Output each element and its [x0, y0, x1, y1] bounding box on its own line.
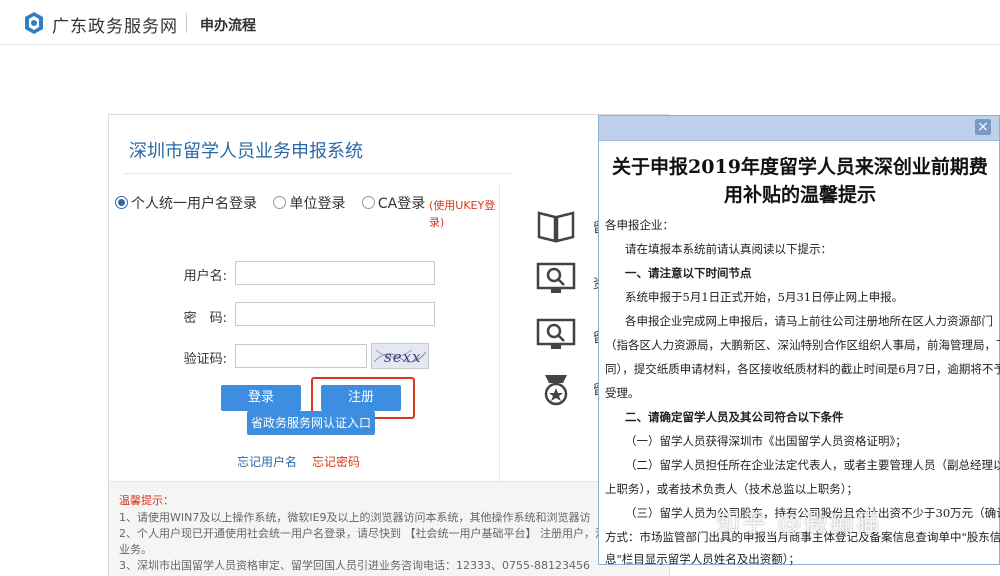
login-type-company[interactable]: 单位登录: [273, 193, 345, 213]
tips-title: 温馨提示：: [119, 494, 174, 507]
popup-line-3: 一、请注意以下时间节点: [625, 266, 752, 280]
monitor-search-icon: [536, 262, 576, 293]
captcha-label: 验证码:: [183, 352, 227, 367]
notice-popup: × 关于申报2019年度留学人员来深创业前期费用补贴的温馨提示 各申报企业： 请…: [598, 115, 1000, 566]
tips-line-2: 2、个人用户现已开通使用社会统一用户名登录，请尽快到 【社会统一用户基础平台】 …: [119, 527, 606, 540]
tips-line-4: 3、深圳市出国留学人员资格审定、留学回国人员引进业务咨询电话：12333、075…: [119, 559, 590, 572]
popup-title: 关于申报2019年度留学人员来深创业前期费用补贴的温馨提示: [612, 156, 988, 206]
header-divider: [186, 13, 187, 33]
radio-personal[interactable]: [115, 196, 128, 209]
tips-box: 温馨提示： 1、请使用WIN7及以上操作系统，微软IE9及以上的浏览器访问本系统…: [109, 481, 669, 576]
popup-line-4: 系统申报于5月1日正式开始，5月31日停止网上申报。: [625, 290, 904, 304]
login-type-personal-label: 个人统一用户名登录: [131, 196, 257, 212]
site-name[interactable]: 广东政务服务网: [52, 12, 178, 37]
tips-line-3: 业务。: [119, 543, 152, 556]
captcha-input[interactable]: [235, 344, 367, 368]
password-label: 密 码:: [183, 311, 227, 326]
popup-line-1: 各申报企业：: [605, 218, 674, 232]
login-type-ca[interactable]: CA登录: [361, 193, 426, 213]
radio-company[interactable]: [273, 196, 287, 209]
login-panel: 深圳市留学人员业务申报系统 个人统一用户名登录 单位登录 CA登录 (使用UKE…: [108, 114, 670, 576]
login-type-ca-label: CA登录: [377, 196, 426, 212]
top-bar: 广东政务服务网 申办流程: [0, 0, 1000, 45]
popup-line-2: 请在填报本系统前请认真阅读以下提示：: [625, 242, 832, 256]
gov-auth-button[interactable]: 省政务服务网认证入口: [247, 411, 375, 435]
popup-line-12: 上职务），或者技术负责人（技术总监以上职务）；: [605, 482, 858, 496]
popup-line-9: 二、请确定留学人员及其公司符合以下条件: [625, 410, 844, 424]
login-type-personal[interactable]: 个人统一用户名登录: [115, 193, 257, 213]
book-icon: [537, 211, 575, 243]
forgot-username-link[interactable]: 忘记用户名: [237, 453, 297, 470]
title-divider: [123, 173, 513, 174]
username-input[interactable]: [235, 261, 435, 285]
popup-title-bar: ×: [599, 116, 999, 141]
popup-line-10: （一）留学人员获得深圳市《出国留学人员资格证明》；: [625, 434, 907, 448]
popup-line-7: 同），提交纸质申请材料，各区接收纸质材料的截止时间是6月7日，逾期将不予: [605, 362, 1000, 376]
breadcrumb-procedure[interactable]: 申办流程: [200, 15, 256, 35]
login-type-company-label: 单位登录: [289, 196, 346, 212]
popup-line-8: 受理。: [605, 386, 640, 400]
captcha-text: sexx: [384, 348, 422, 366]
ca-note: (使用UKEY登录): [429, 199, 496, 229]
system-title: 深圳市留学人员业务申报系统: [129, 141, 363, 162]
username-label: 用户名:: [183, 269, 227, 284]
login-type-group: 个人统一用户名登录 单位登录 CA登录: [115, 193, 437, 213]
popup-line-6: （指各区人力资源局，大鹏新区、深汕特别合作区组织人事局，前海管理局，下: [605, 338, 1000, 352]
badge-icon: [544, 375, 568, 406]
popup-line-5: 各申报企业完成网上申报后，请马上前往公司注册地所在区人力资源部门: [625, 314, 993, 328]
close-icon[interactable]: ×: [975, 119, 991, 135]
tips-line-1: 1、请使用WIN7及以上操作系统，微软IE9及以上的浏览器访问本系统，其他操作系…: [119, 511, 591, 524]
password-input[interactable]: [235, 302, 435, 326]
captcha-image[interactable]: sexx: [371, 343, 429, 369]
login-button[interactable]: 登录: [221, 385, 301, 411]
forgot-password-link[interactable]: 忘记密码: [312, 453, 360, 470]
vertical-divider: [499, 183, 500, 483]
watermark: 知乎 @微痴猫: [716, 509, 882, 537]
popup-line-11: （二）留学人员担任所在企业法定代表人，或者主要管理人员（副总经理以: [625, 458, 1000, 472]
monitor-search-icon: [536, 318, 576, 349]
gd-logo-icon: [25, 12, 43, 34]
radio-ca[interactable]: [361, 196, 375, 209]
